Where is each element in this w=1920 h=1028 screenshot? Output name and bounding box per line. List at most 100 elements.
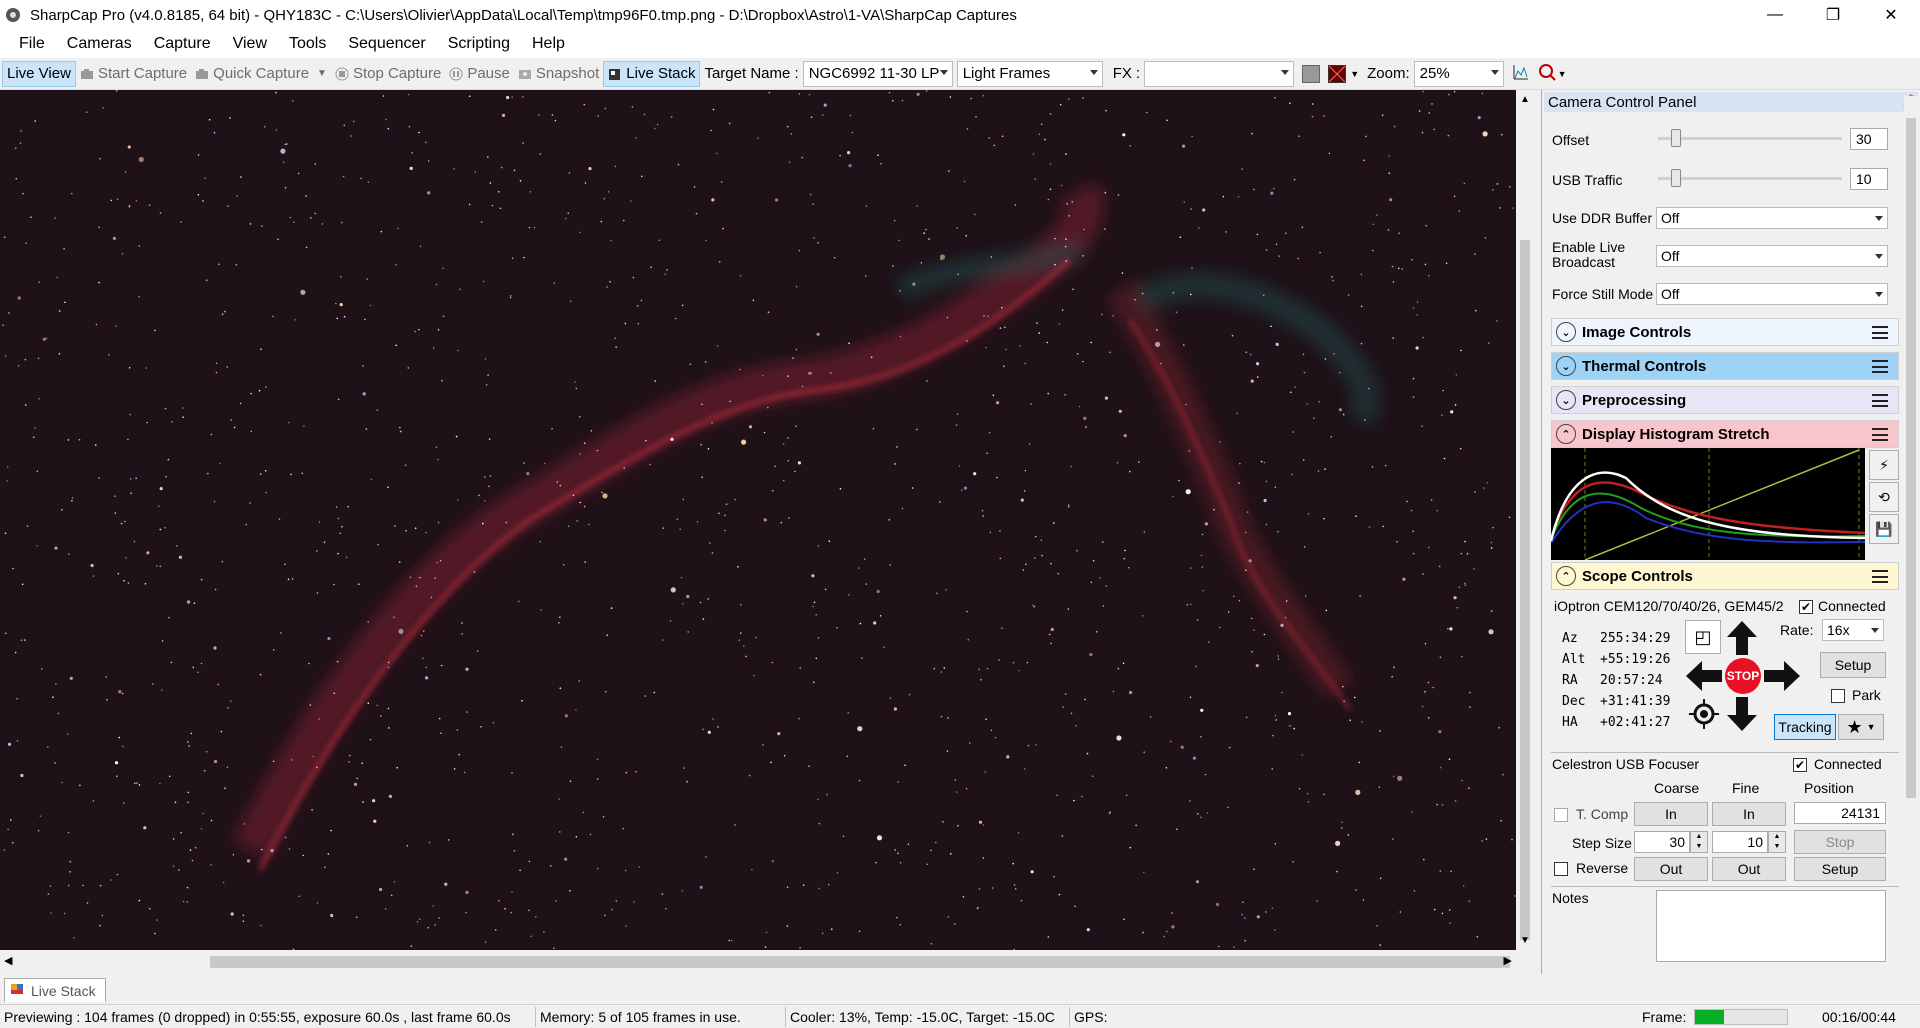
live-stack-button[interactable]: Live Stack bbox=[603, 60, 701, 87]
coarse-in-button[interactable]: In bbox=[1634, 802, 1708, 826]
offset-value-input[interactable]: 30 bbox=[1850, 128, 1888, 150]
coarse-step-input[interactable]: 30 bbox=[1634, 831, 1690, 853]
close-button[interactable]: ✕ bbox=[1862, 0, 1920, 30]
panel-scrollbar[interactable] bbox=[1904, 96, 1918, 966]
fine-step-input[interactable]: 10 bbox=[1712, 831, 1768, 853]
ddr-buffer-dropdown[interactable]: Off bbox=[1656, 207, 1888, 229]
histogram-graph[interactable] bbox=[1549, 448, 1866, 561]
fx-dropdown[interactable] bbox=[1144, 60, 1295, 87]
spiral-search-button[interactable]: ◰ bbox=[1685, 620, 1721, 654]
usb-slider-track[interactable] bbox=[1658, 177, 1842, 180]
focuser-stop-button[interactable]: Stop bbox=[1794, 830, 1886, 854]
menu-icon[interactable] bbox=[1872, 394, 1888, 407]
scope-controls-section[interactable]: ⌃ Scope Controls bbox=[1551, 562, 1899, 590]
menu-capture[interactable]: Capture bbox=[143, 35, 222, 53]
stop-mount-button[interactable]: STOP bbox=[1725, 658, 1761, 694]
image-horizontal-scrollbar[interactable]: ◀ ▶ bbox=[0, 950, 1516, 974]
focuser-connected-checkbox[interactable]: ✔ bbox=[1793, 758, 1807, 772]
zoom-dropdown[interactable]: 25% bbox=[1413, 60, 1504, 87]
chevron-down-icon[interactable]: ▼ bbox=[1558, 69, 1567, 79]
force-still-dropdown[interactable]: Off bbox=[1656, 283, 1888, 305]
minimize-button[interactable]: — bbox=[1746, 0, 1804, 30]
sharpcap-app-icon[interactable] bbox=[2, 4, 24, 26]
chevron-down-icon[interactable]: ▼ bbox=[317, 68, 327, 79]
thermal-controls-section[interactable]: ⌄ Thermal Controls bbox=[1551, 352, 1899, 380]
histogram-section[interactable]: ⌃ Display Histogram Stretch bbox=[1551, 420, 1899, 448]
snapshot-button[interactable]: Snapshot bbox=[514, 61, 603, 87]
tab-live-stack[interactable]: Live Stack bbox=[4, 978, 106, 1002]
center-target-button[interactable] bbox=[1685, 696, 1723, 732]
menu-file[interactable]: File bbox=[8, 35, 56, 53]
horizontal-scroll-thumb[interactable] bbox=[210, 956, 1510, 968]
notes-textarea[interactable] bbox=[1656, 890, 1886, 962]
panel-scroll-thumb[interactable] bbox=[1906, 118, 1916, 798]
rate-dropdown[interactable]: 16x bbox=[1822, 619, 1884, 641]
live-broadcast-dropdown[interactable]: Off bbox=[1656, 245, 1888, 267]
pause-button[interactable]: Pause bbox=[445, 61, 514, 87]
favourite-button[interactable]: ★ ▼ bbox=[1838, 714, 1884, 740]
mount-connected-checkbox[interactable]: ✔ bbox=[1799, 600, 1813, 614]
offset-slider-thumb[interactable] bbox=[1671, 129, 1682, 147]
offset-slider-track[interactable] bbox=[1658, 137, 1842, 140]
scroll-up-icon[interactable]: ▲ bbox=[1520, 94, 1530, 105]
frame-type-dropdown[interactable]: Light Frames bbox=[956, 60, 1103, 87]
scroll-right-icon[interactable]: ▶ bbox=[1504, 954, 1512, 967]
move-north-button[interactable] bbox=[1723, 620, 1761, 656]
usb-traffic-value-input[interactable]: 10 bbox=[1850, 168, 1888, 190]
menu-help[interactable]: Help bbox=[521, 35, 576, 53]
start-capture-button[interactable]: Start Capture bbox=[76, 61, 191, 87]
pause-label: Pause bbox=[467, 65, 510, 82]
park-checkbox[interactable] bbox=[1831, 689, 1845, 703]
fine-in-button[interactable]: In bbox=[1712, 802, 1786, 826]
analysis-icon[interactable] bbox=[1538, 63, 1556, 85]
target-name-dropdown[interactable]: NGC6992 11-30 LP bbox=[802, 60, 953, 87]
chevron-down-icon bbox=[1875, 254, 1883, 259]
auto-stretch-button[interactable]: ⚡ bbox=[1869, 450, 1899, 480]
menu-icon[interactable] bbox=[1872, 326, 1888, 339]
zoom-value: 25% bbox=[1419, 65, 1450, 82]
move-east-button[interactable] bbox=[1763, 658, 1801, 694]
move-west-button[interactable] bbox=[1685, 658, 1723, 694]
menu-icon[interactable] bbox=[1872, 570, 1888, 583]
menu-icon[interactable] bbox=[1872, 360, 1888, 373]
image-vertical-scrollbar[interactable]: ▲ ▼ bbox=[1516, 90, 1534, 950]
grey-filter-icon[interactable] bbox=[1302, 64, 1321, 83]
scroll-down-icon[interactable]: ▼ bbox=[1520, 935, 1530, 946]
coarse-step-spinner[interactable]: ▲ ▼ bbox=[1690, 831, 1708, 853]
preprocessing-section[interactable]: ⌄ Preprocessing bbox=[1551, 386, 1899, 414]
tcomp-checkbox[interactable] bbox=[1554, 808, 1568, 822]
scope-setup-button[interactable]: Setup bbox=[1820, 652, 1886, 678]
live-view-button[interactable]: Live View bbox=[2, 60, 76, 87]
spiral-icon: ◰ bbox=[1694, 626, 1712, 647]
restore-button[interactable]: ❐ bbox=[1804, 0, 1862, 30]
menu-icon[interactable] bbox=[1872, 428, 1888, 441]
toolbar: Live View Start Capture Quick Capture ▼ S… bbox=[0, 58, 1920, 90]
fine-out-button[interactable]: Out bbox=[1712, 857, 1786, 881]
frame-progress-bar bbox=[1694, 1009, 1788, 1025]
panel-splitter[interactable] bbox=[1534, 90, 1542, 974]
reticle-icon[interactable] bbox=[1328, 64, 1347, 83]
save-stretch-button[interactable]: 💾 bbox=[1869, 514, 1899, 544]
tracking-button[interactable]: Tracking bbox=[1774, 714, 1836, 740]
scroll-left-icon[interactable]: ◀ bbox=[4, 954, 12, 967]
quick-capture-button[interactable]: Quick Capture ▼ bbox=[191, 61, 331, 87]
menu-cameras[interactable]: Cameras bbox=[56, 35, 143, 53]
menu-view[interactable]: View bbox=[222, 35, 278, 53]
move-south-button[interactable] bbox=[1723, 696, 1761, 732]
histogram-icon[interactable] bbox=[1512, 63, 1530, 85]
menu-tools[interactable]: Tools bbox=[278, 35, 337, 53]
menu-sequencer[interactable]: Sequencer bbox=[337, 35, 436, 53]
vertical-scroll-thumb[interactable] bbox=[1520, 240, 1530, 940]
reset-stretch-button[interactable]: ⟲ bbox=[1869, 482, 1899, 512]
focuser-position-input[interactable]: 24131 bbox=[1794, 802, 1886, 824]
stop-capture-button[interactable]: Stop Capture bbox=[331, 61, 445, 87]
reverse-checkbox[interactable] bbox=[1554, 862, 1568, 876]
usb-slider-thumb[interactable] bbox=[1671, 169, 1682, 187]
live-image-view[interactable] bbox=[0, 90, 1516, 950]
coarse-out-button[interactable]: Out bbox=[1634, 857, 1708, 881]
menu-scripting[interactable]: Scripting bbox=[437, 35, 521, 53]
focuser-setup-button[interactable]: Setup bbox=[1794, 857, 1886, 881]
chevron-down-icon[interactable]: ▼ bbox=[1350, 69, 1359, 79]
fine-step-spinner[interactable]: ▲ ▼ bbox=[1768, 831, 1786, 853]
image-controls-section[interactable]: ⌄ Image Controls bbox=[1551, 318, 1899, 346]
